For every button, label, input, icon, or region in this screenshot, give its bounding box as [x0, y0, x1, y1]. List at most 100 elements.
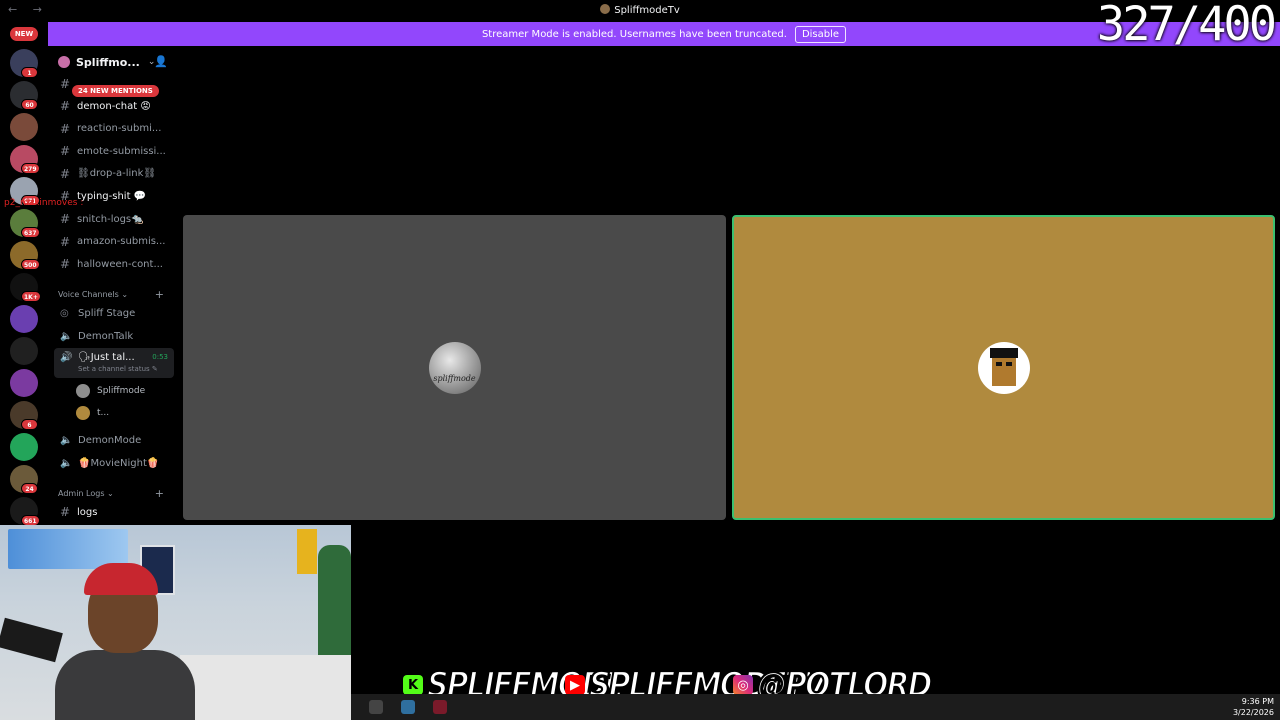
disable-streamer-mode-button[interactable]: Disable — [794, 25, 847, 43]
speaker-icon: 🔈 — [60, 457, 73, 469]
avatar-text: spliffmode — [433, 373, 476, 383]
create-channel-icon[interactable]: + — [155, 288, 164, 301]
call-tile-spliffmode[interactable]: spliffmode — [183, 215, 726, 520]
voice-timer: 0:53 — [152, 353, 168, 361]
server-badge: 1 — [21, 67, 38, 78]
app-window: ← → SpliffmodeTv Streamer Mode is enable… — [0, 0, 1280, 720]
title-bar: ← → SpliffmodeTv — [0, 0, 1280, 21]
server-badge: 279 — [21, 163, 40, 174]
avatar: spliffmode — [428, 341, 481, 394]
channel-name: halloween-cont... — [77, 258, 163, 270]
hash-icon: # — [60, 212, 71, 226]
voice-channel-name: 🍿MovieNight🍿 — [78, 457, 160, 469]
hash-icon: # — [60, 99, 71, 113]
admin-category-label: Admin Logs — [58, 489, 105, 498]
avatar — [76, 406, 90, 420]
microphone — [0, 617, 63, 663]
taskbar-app-icon[interactable] — [401, 700, 415, 714]
server-badge: 637 — [21, 227, 40, 238]
voice-channel-name: Spliff Stage — [78, 307, 136, 319]
typing-user-indicator: p2_makinmoves : — [4, 198, 84, 208]
speaker-icon: 🔈 — [60, 434, 73, 446]
create-channel-icon[interactable]: + — [155, 487, 164, 500]
channel-name: demon-chat 😡 — [77, 100, 151, 112]
channel-name: reaction-submi... — [77, 123, 162, 135]
new-mentions-pill[interactable]: 24 NEW MENTIONS — [72, 85, 159, 97]
plant — [318, 545, 351, 665]
text-channel[interactable]: # snitch-logs🐀 — [54, 209, 176, 229]
clock-time: 9:36 PM — [1241, 697, 1274, 706]
avatar-eye — [1005, 361, 1012, 366]
channel-sidebar: Spliffmo... ⌄ 👤 # # demon-chat 😡 # reaction… — [4, 46, 178, 526]
server-icon[interactable] — [10, 113, 38, 141]
call-tile-speaking-user[interactable] — [732, 215, 1275, 520]
taskbar-app-icon[interactable] — [433, 700, 447, 714]
speaker-icon: 🔊 — [60, 352, 73, 363]
channel-status-prompt[interactable]: Set a channel status ✎ — [78, 365, 158, 373]
server-icon[interactable] — [10, 433, 38, 461]
streamer-body — [55, 650, 195, 720]
channel-name: ⛓drop-a-link⛓ — [77, 168, 157, 180]
text-channel[interactable]: # emote-submissi... — [54, 141, 176, 161]
server-badge: 6 — [21, 419, 38, 430]
active-voice-channel[interactable]: 🔊 🗣Just tal... 0:53 Set a channel status… — [54, 348, 174, 378]
server-icon[interactable] — [10, 305, 38, 333]
text-channel[interactable]: # halloween-cont... — [54, 254, 176, 274]
avatar — [76, 384, 90, 398]
text-channel[interactable]: # amazon-submis... — [54, 232, 176, 252]
overlay-counter: 327/400 — [1096, 0, 1277, 52]
taskbar-app-icon[interactable] — [369, 700, 383, 714]
guild-name: Spliffmo... — [76, 55, 140, 69]
avatar-eye — [995, 361, 1002, 366]
window-title-text: SpliffmodeTv — [614, 5, 680, 16]
active-voice-channel-name: 🗣Just tal... — [78, 352, 135, 363]
hash-icon: # — [60, 234, 71, 249]
speaker-icon: 🔈 — [60, 330, 73, 342]
window-title: SpliffmodeTv — [0, 4, 1280, 16]
voice-channel[interactable]: 🔈 🍿MovieNight🍿 — [54, 453, 174, 473]
instagram-icon: ◎ — [733, 675, 753, 695]
server-badge: 1K+ — [21, 291, 41, 302]
kick-icon: K — [403, 675, 423, 695]
voice-member-name: t... — [97, 408, 110, 418]
voice-member[interactable]: t... — [76, 404, 109, 422]
voice-channel[interactable]: 🔈 DemonTalk — [54, 326, 174, 346]
voice-category-header[interactable]: Voice Channels ⌄ + — [58, 288, 176, 301]
server-icon[interactable] — [10, 337, 38, 365]
channel-name: snitch-logs🐀 — [77, 213, 144, 225]
hash-icon: # — [60, 257, 71, 272]
server-icon[interactable] — [10, 369, 38, 397]
clock-date: 3/22/2026 — [1232, 708, 1274, 717]
app-icon — [600, 4, 611, 14]
voice-channel[interactable]: 🔈 DemonMode — [54, 430, 174, 450]
wall-banner — [297, 529, 317, 574]
server-rail: NEW 1 60 279 671 637 500 1K+ 6 24 661 — [0, 21, 48, 526]
couch — [180, 655, 351, 720]
guild-icon — [58, 56, 70, 68]
channel-name: emote-submissi... — [77, 145, 166, 157]
voice-member[interactable]: Spliffmode — [76, 382, 145, 400]
streamer-mode-banner: Streamer Mode is enabled. Usernames have… — [48, 22, 1280, 46]
streamer-mode-message: Streamer Mode is enabled. Usernames have… — [481, 28, 787, 40]
os-taskbar: 9:36 PM 3/22/2026 — [351, 694, 1280, 720]
add-user-icon[interactable]: 👤 — [154, 55, 168, 68]
voice-category-label: Voice Channels — [58, 290, 119, 299]
voice-channel[interactable]: ◎ Spliff Stage — [54, 303, 174, 323]
hash-icon: # — [60, 144, 71, 159]
system-clock[interactable]: 9:36 PM 3/22/2026 — [1233, 696, 1274, 718]
text-channel-logs[interactable]: # logs — [54, 502, 176, 522]
streamer-webcam — [0, 525, 351, 720]
channel-name: logs — [77, 506, 98, 518]
text-channel[interactable]: # demon-chat 😡 — [54, 96, 176, 116]
hash-icon: # — [60, 505, 71, 519]
server-badge: 24 — [21, 483, 38, 494]
new-unreads-pill[interactable]: NEW — [10, 27, 38, 41]
hash-icon: # — [60, 77, 71, 91]
avatar-hair — [989, 347, 1018, 358]
youtube-icon: ▶ — [565, 675, 585, 695]
voice-member-name: Spliffmode — [97, 386, 146, 396]
text-channel[interactable]: # ⛓drop-a-link⛓ — [54, 164, 176, 184]
admin-category-header[interactable]: Admin Logs ⌄ + — [58, 487, 176, 500]
text-channel[interactable]: # reaction-submi... — [54, 119, 176, 139]
chevron-down-icon: ⌄ — [107, 489, 114, 498]
